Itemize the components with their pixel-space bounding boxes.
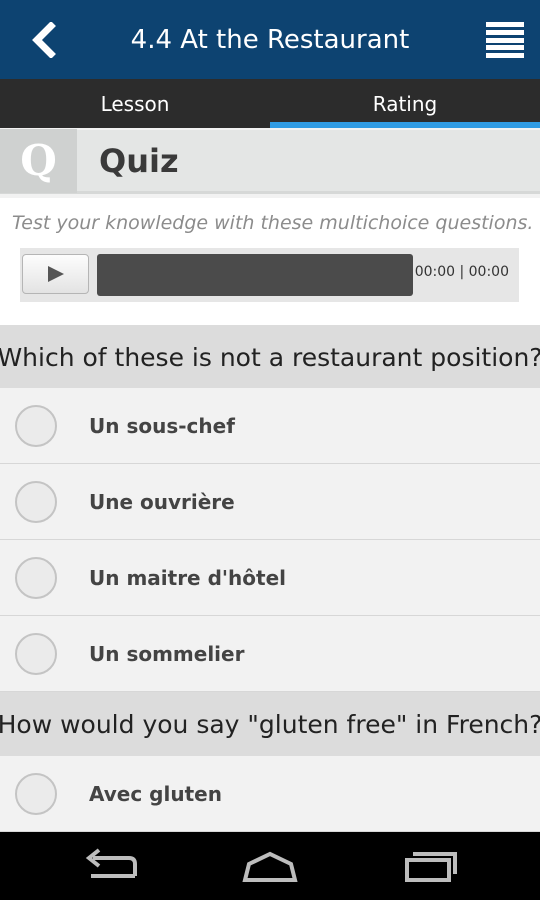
quiz-intro: Test your knowledge with these multichoi…	[0, 198, 540, 326]
question-2: How would you say "gluten free" in Frenc…	[0, 692, 540, 756]
audio-time: 00:00 | 00:00	[414, 264, 509, 280]
tab-rating[interactable]: Rating	[270, 79, 540, 128]
answer-label: Une ouvrière	[89, 489, 235, 514]
menu-icon	[486, 22, 524, 27]
menu-button[interactable]	[486, 22, 524, 58]
quiz-badge: Q	[0, 128, 77, 193]
nav-back-button[interactable]	[77, 846, 147, 886]
tab-bar: Lesson Rating	[0, 79, 540, 128]
answer-label: Avec gluten	[89, 781, 222, 806]
page-title: 4.4 At the Restaurant	[130, 24, 410, 55]
intro-text: Test your knowledge with these multichoi…	[12, 212, 534, 234]
answer-label: Un maitre d'hôtel	[89, 565, 286, 590]
nav-home-button[interactable]	[235, 846, 305, 886]
nav-home-icon	[242, 851, 298, 882]
answer-option[interactable]: Un sommelier	[0, 616, 540, 692]
quiz-title: Quiz	[99, 141, 179, 180]
answer-option[interactable]: Une ouvrière	[0, 464, 540, 540]
play-button[interactable]	[22, 254, 89, 294]
radio-button[interactable]	[15, 404, 57, 447]
quiz-header: Q Quiz	[0, 128, 540, 194]
radio-button[interactable]	[15, 632, 57, 675]
question-1: Which of these is not a restaurant posit…	[0, 325, 540, 389]
radio-button[interactable]	[15, 556, 57, 599]
radio-button[interactable]	[15, 480, 57, 523]
chevron-left-icon	[32, 22, 56, 58]
nav-recents-button[interactable]	[393, 846, 463, 886]
audio-player: 00:00 | 00:00	[20, 248, 519, 302]
answer-option[interactable]: Un sous-chef	[0, 388, 540, 464]
audio-progress-bar[interactable]	[97, 254, 413, 296]
answer-option[interactable]: Un maitre d'hôtel	[0, 540, 540, 616]
app-bar: 4.4 At the Restaurant	[0, 0, 540, 79]
radio-button[interactable]	[15, 772, 57, 815]
tab-lesson[interactable]: Lesson	[0, 79, 270, 128]
system-nav-bar	[0, 832, 540, 900]
nav-back-icon	[85, 848, 137, 878]
play-icon	[47, 266, 64, 282]
answer-label: Un sommelier	[89, 641, 245, 666]
answer-label: Un sous-chef	[89, 413, 235, 438]
nav-recents-icon	[405, 852, 457, 882]
back-button[interactable]	[24, 18, 64, 62]
answer-option[interactable]: Avec gluten	[0, 756, 540, 832]
